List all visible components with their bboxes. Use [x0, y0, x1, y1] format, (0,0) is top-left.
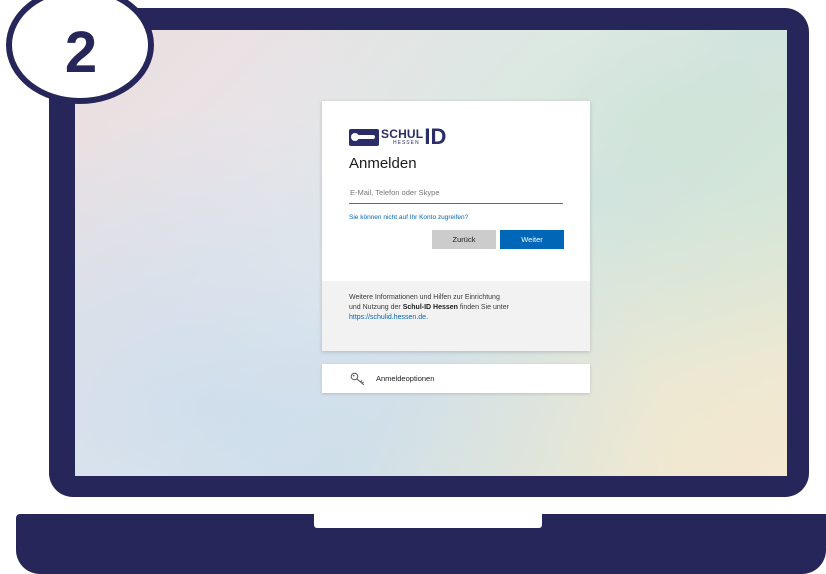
info-text-line2-prefix: und Nutzung der — [349, 304, 403, 311]
back-button[interactable]: Zurück — [432, 230, 496, 249]
email-field[interactable] — [349, 182, 563, 204]
page-title: Anmelden — [349, 155, 417, 172]
logo-id-text: ID — [424, 124, 447, 149]
logo-key-icon — [349, 128, 379, 146]
key-icon — [350, 372, 364, 385]
schul-id-logo: SCHUL HESSEN ID — [349, 124, 564, 149]
info-panel: Weitere Informationen und Hilfen zur Ein… — [322, 281, 590, 351]
next-button[interactable]: Weiter — [500, 230, 564, 249]
login-card-main: SCHUL HESSEN ID Anmelden Sie können nich… — [322, 101, 590, 281]
sign-in-options-label: Anmeldeoptionen — [376, 374, 435, 383]
login-card: SCHUL HESSEN ID Anmelden Sie können nich… — [322, 101, 590, 351]
logo-hessen-text: HESSEN — [393, 140, 420, 146]
info-url-link[interactable]: https://schulid.hessen.de — [349, 314, 426, 321]
sign-in-options-button[interactable]: Anmeldeoptionen — [322, 364, 590, 393]
info-url-suffix: . — [426, 314, 429, 321]
laptop-hinge-notch — [314, 514, 542, 528]
cant-access-account-link[interactable]: Sie können nicht auf Ihr Konto zugreifen… — [349, 214, 564, 221]
logo-wordmark: SCHUL HESSEN — [381, 128, 423, 146]
info-text-line2-suffix: finden Sie unter — [457, 304, 509, 311]
button-row: Zurück Weiter — [349, 230, 564, 249]
logo-schul-text: SCHUL — [381, 127, 424, 141]
info-text-bold: Schul-ID Hessen — [402, 304, 458, 311]
laptop-illustration: 2 SCHUL HESSEN ID Anmelden Sie können ni… — [0, 0, 826, 574]
info-text-line1: Weitere Informationen und Hilfen zur Ein… — [349, 294, 500, 301]
step-number: 2 — [64, 19, 98, 85]
